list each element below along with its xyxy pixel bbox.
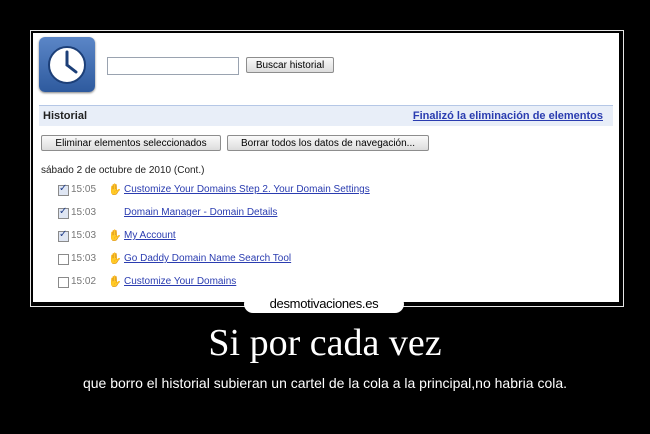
entry-checkbox[interactable]: [58, 229, 69, 242]
entry-time: 15:03: [71, 253, 97, 264]
history-entry: 15:03 ✋ Go Daddy Domain Name Search Tool: [58, 252, 608, 268]
delete-selected-button[interactable]: Eliminar elementos seleccionados: [41, 135, 221, 151]
search-input[interactable]: [107, 57, 239, 75]
poster-title: Si por cada vez: [208, 322, 442, 364]
history-entry: 15:02 ✋ Customize Your Domains: [58, 275, 608, 291]
entry-link[interactable]: Customize Your Domains Step 2. Your Doma…: [124, 184, 370, 195]
entry-time: 15:03: [71, 230, 97, 241]
watermark-badge: desmotivaciones.es: [244, 295, 404, 313]
history-entry: 15:05 ✋Customize Your Domains Step 2. You…: [58, 183, 608, 199]
page-title: Historial: [43, 110, 88, 122]
entry-time: 15:03: [71, 207, 97, 218]
entry-link[interactable]: My Account: [124, 230, 176, 241]
clear-browsing-data-button[interactable]: Borrar todos los datos de navegación...: [227, 135, 429, 151]
favicon-icon: ✋: [108, 183, 122, 196]
favicon-icon: ✋: [108, 252, 122, 265]
date-heading: sábado 2 de octubre de 2010 (Cont.): [41, 165, 205, 176]
deletion-complete-link[interactable]: Finalizó la eliminación de elementos: [413, 110, 603, 122]
history-header: Historial Finalizó la eliminación de ele…: [39, 105, 613, 126]
history-screenshot: Buscar historial Historial Finalizó la e…: [33, 33, 619, 302]
entry-time: 15:02: [71, 276, 97, 287]
clock-icon: [39, 37, 95, 92]
history-entry: 15:03 Domain Manager - Domain Details: [58, 206, 608, 222]
entry-checkbox[interactable]: [58, 277, 69, 288]
entry-link[interactable]: Domain Manager - Domain Details: [124, 207, 277, 218]
favicon-icon: ✋: [108, 275, 122, 288]
favicon-icon: ✋: [108, 229, 122, 242]
search-history-button[interactable]: Buscar historial: [246, 57, 334, 73]
history-entry: 15:03 ✋My Account: [58, 229, 608, 245]
entry-checkbox[interactable]: [58, 254, 69, 265]
entry-checkbox[interactable]: [58, 183, 69, 196]
entry-checkbox[interactable]: [58, 206, 69, 219]
poster-subtitle: que borro el historial subieran un carte…: [82, 375, 568, 391]
entry-link[interactable]: Customize Your Domains: [124, 276, 236, 287]
entry-time: 15:05: [71, 184, 97, 195]
entry-link[interactable]: Go Daddy Domain Name Search Tool: [124, 253, 291, 264]
